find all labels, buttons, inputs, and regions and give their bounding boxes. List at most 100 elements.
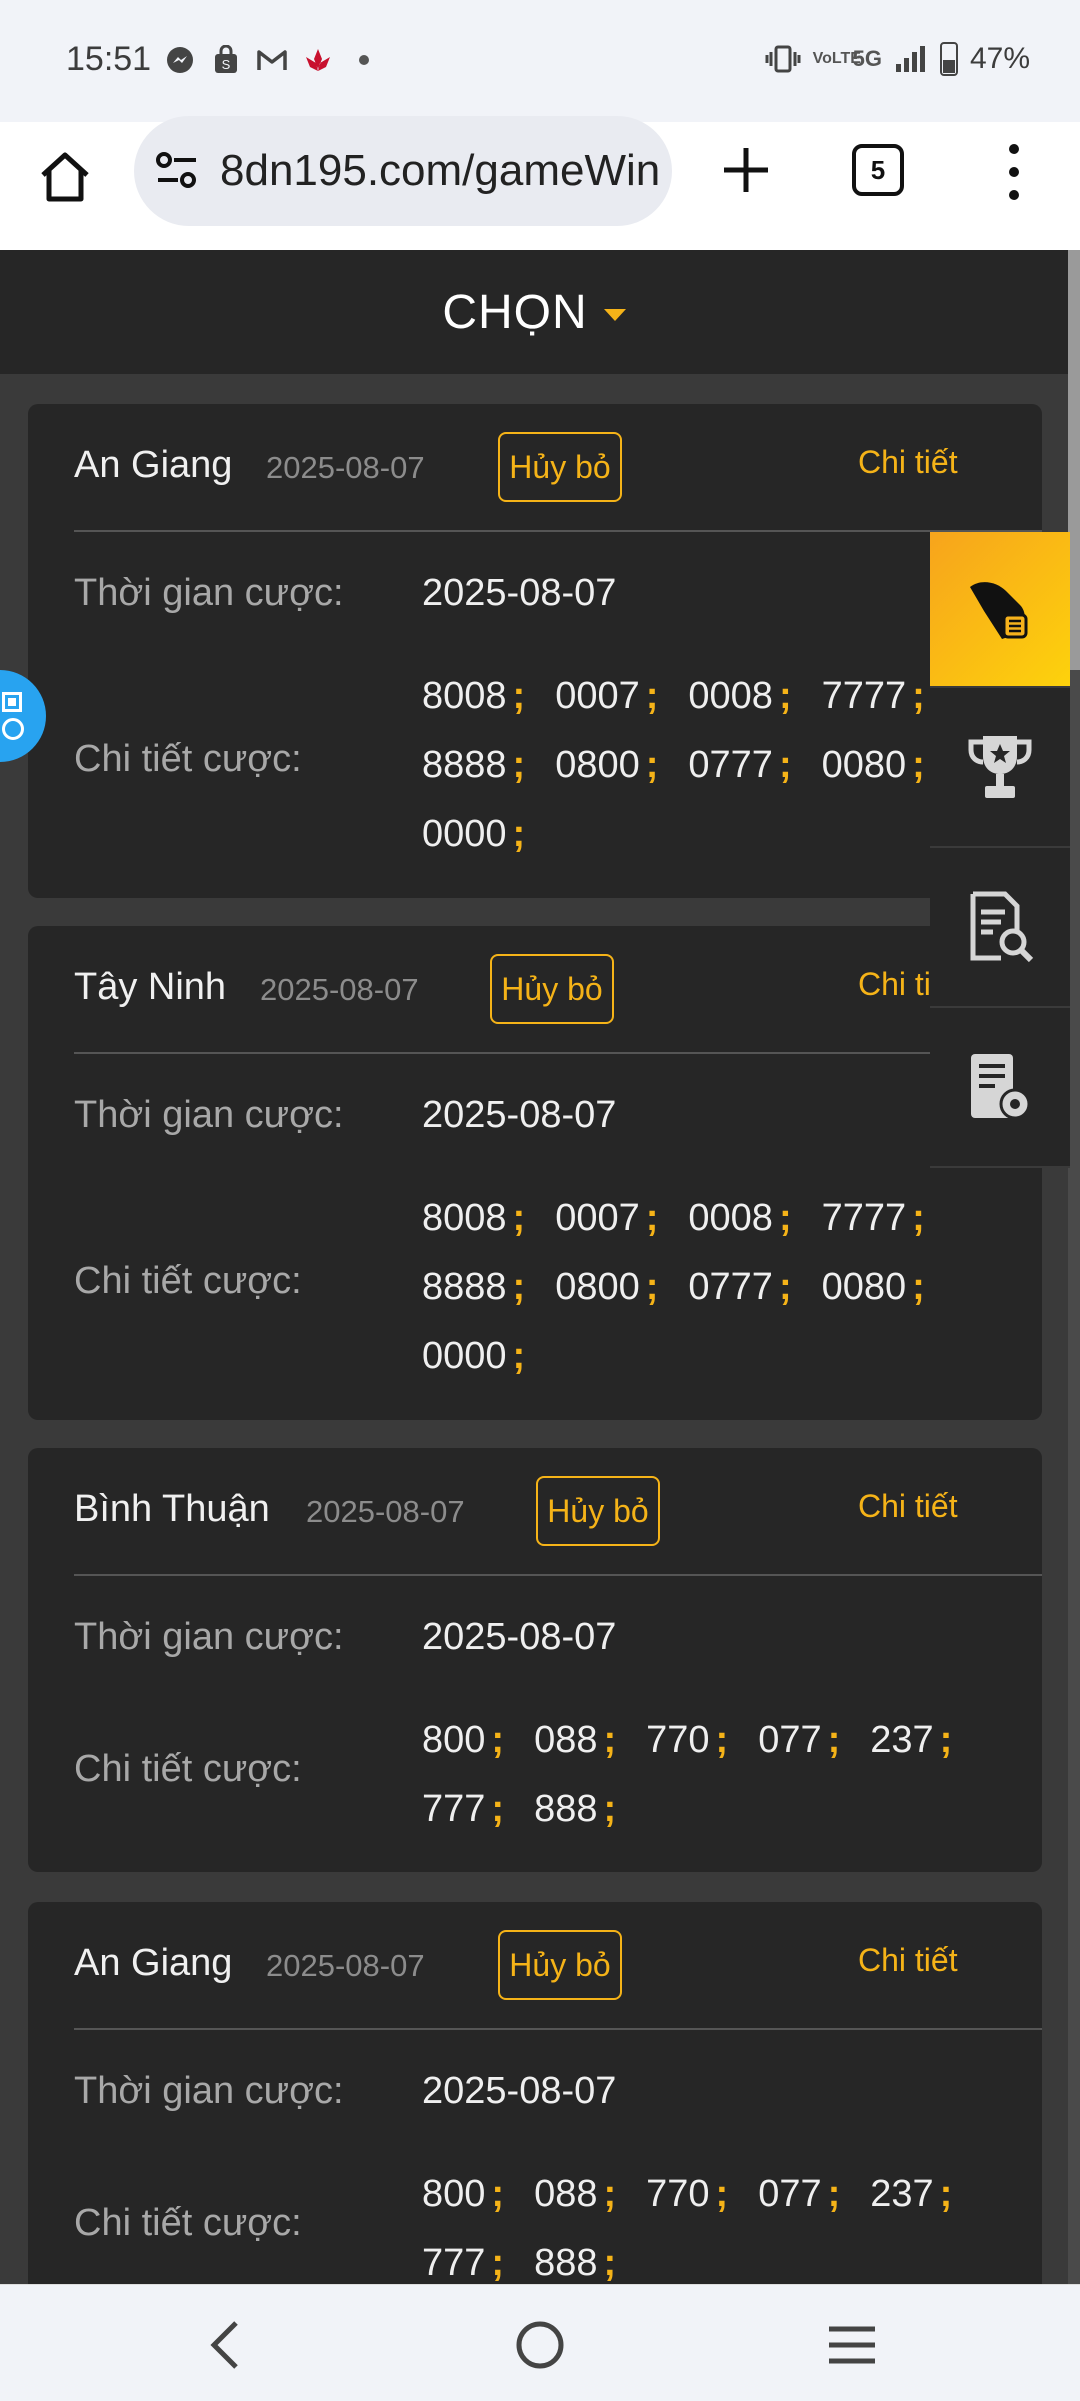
bet-number: 0007; [555, 1197, 659, 1239]
bet-time-label: Thời gian cược: [74, 1094, 344, 1136]
tab-switcher-button[interactable]: 5 [852, 144, 904, 196]
bet-time-label: Thời gian cược: [74, 1616, 344, 1658]
bet-card: An Giang 2025-08-07 Hủy bỏ Chi tiết Thời… [28, 1902, 1042, 2322]
address-bar[interactable]: 8dn195.com/gameWin [134, 116, 672, 226]
province-name: An Giang [74, 1942, 233, 1984]
back-chevron-icon [210, 2321, 238, 2369]
bet-number: 0000; [422, 813, 526, 855]
bet-date: 2025-08-07 [266, 450, 425, 485]
bet-date: 2025-08-07 [260, 972, 419, 1007]
more-notifications-dot-icon [348, 44, 380, 76]
cancel-button[interactable]: Hủy bỏ [498, 432, 622, 502]
hand-coin-icon [970, 582, 1028, 639]
bet-time-value: 2025-08-07 [422, 1094, 617, 1136]
bet-number: 7777; [821, 1197, 925, 1239]
bet-number: 077; [758, 2173, 841, 2215]
page-header[interactable]: CHỌN [0, 250, 1068, 374]
document-search-icon [970, 891, 1034, 963]
cancel-button[interactable]: Hủy bỏ [498, 1930, 622, 2000]
recent-apps-button[interactable] [822, 2315, 882, 2375]
bet-number: 7777; [821, 675, 925, 717]
site-settings-icon[interactable] [154, 150, 200, 190]
new-tab-button[interactable] [716, 140, 776, 200]
more-menu-icon[interactable] [996, 144, 1032, 200]
bet-number: 088; [534, 2173, 617, 2215]
system-status: VoLTE 5G 47% [765, 42, 1030, 76]
browser-toolbar: 8dn195.com/gameWin 5 [0, 116, 1080, 250]
plus-icon [724, 148, 768, 192]
bet-number: 770; [646, 2173, 729, 2215]
bet-number: 0800; [555, 1266, 659, 1308]
vibrate-icon [765, 45, 801, 73]
system-navigation-bar [0, 2284, 1080, 2401]
bet-number: 800; [422, 1719, 505, 1761]
gmail-icon [256, 44, 288, 76]
bet-detail-label: Chi tiết cược: [74, 1260, 302, 1302]
caret-down-icon [603, 309, 626, 321]
bet-detail-label: Chi tiết cược: [74, 2202, 302, 2244]
bet-number: 237; [870, 1719, 953, 1761]
bet-card: An Giang 2025-08-07 Hủy bỏ Chi tiết Thời… [28, 404, 1042, 898]
province-name: Tây Ninh [74, 966, 227, 1008]
bet-number: 0777; [688, 744, 792, 786]
back-button[interactable] [196, 2315, 256, 2375]
bet-time-label: Thời gian cược: [74, 572, 344, 614]
bill-settings-button[interactable] [930, 1008, 1070, 1168]
bet-card-header: Bình Thuận 2025-08-07 Hủy bỏ Chi tiết [74, 1448, 1042, 1576]
bet-numbers: 8008; 0007; 0008; 7777 ; 8888; 0800; 0777; 0080;… [422, 1184, 1042, 1391]
bet-card: Tây Ninh 2025-08-07 Hủy bỏ Chi tiết Thời… [28, 926, 1042, 1420]
shopping-bag-icon: S [210, 44, 242, 76]
bet-number: 0007; [555, 675, 659, 717]
cancel-button[interactable]: Hủy bỏ [536, 1476, 660, 1546]
bet-number: 0000; [422, 1335, 526, 1377]
bet-numbers: 800; 088; 770; 077; 237 ;777; 888; [422, 2160, 1042, 2298]
bet-number: 088; [534, 1719, 617, 1761]
battery-icon [939, 42, 958, 76]
bet-number: 0080; [821, 1266, 925, 1308]
search-record-button[interactable] [930, 848, 1070, 1008]
bet-number: 777; [422, 1788, 505, 1830]
bet-number: 0008; [688, 675, 792, 717]
bet-date: 2025-08-07 [306, 1494, 465, 1529]
bet-card: Bình Thuận 2025-08-07 Hủy bỏ Chi tiết Th… [28, 1448, 1042, 1872]
bet-number: 888; [534, 1788, 617, 1830]
bet-time-value: 2025-08-07 [422, 1616, 617, 1658]
cancel-button[interactable]: Hủy bỏ [490, 954, 614, 1024]
detail-link[interactable]: Chi tiết [858, 1488, 958, 1525]
bet-time-label: Thời gian cược: [74, 2070, 344, 2112]
bet-history-button[interactable] [930, 532, 1070, 688]
home-circle-icon [516, 2321, 564, 2369]
signal-icon [895, 46, 925, 72]
circle-icon [2, 718, 24, 740]
bet-number: 0008; [688, 1197, 792, 1239]
province-name: An Giang [74, 444, 233, 486]
bet-detail-label: Chi tiết cược: [74, 738, 302, 780]
home-button[interactable] [32, 144, 98, 210]
home-icon [41, 152, 89, 202]
bet-number: 800; [422, 2173, 505, 2215]
notification-icons: S [164, 44, 380, 76]
network-5g-indicator: 5G [852, 46, 882, 71]
recents-lines-icon [829, 2326, 875, 2364]
divider [74, 2028, 1042, 2030]
bet-number: 8008; [422, 1197, 526, 1239]
messenger-icon [164, 44, 196, 76]
url-text[interactable]: 8dn195.com/gameWin [220, 146, 660, 196]
select-dropdown-label[interactable]: CHỌN [442, 285, 587, 340]
bet-number: 0800; [555, 744, 659, 786]
lotus-app-icon [302, 44, 334, 76]
bet-number: 8008; [422, 675, 526, 717]
home-nav-button[interactable] [510, 2315, 570, 2375]
bet-number: 0080; [821, 744, 925, 786]
bet-numbers: 800; 088; 770; 077; 237 ;777; 888; [422, 1706, 1042, 1844]
detail-link[interactable]: Chi tiết [858, 1942, 958, 1979]
bet-time-value: 2025-08-07 [422, 572, 617, 614]
bet-time-value: 2025-08-07 [422, 2070, 617, 2112]
winning-results-button[interactable] [930, 688, 1070, 848]
bet-card-header: Tây Ninh 2025-08-07 Hủy bỏ Chi tiết [74, 926, 1042, 1054]
bet-number: 0777; [688, 1266, 792, 1308]
bet-detail-label: Chi tiết cược: [74, 1748, 302, 1790]
bet-card-header: An Giang 2025-08-07 Hủy bỏ Chi tiết [74, 1902, 1042, 2030]
detail-link[interactable]: Chi tiết [858, 444, 958, 481]
bet-number: 8888; [422, 1266, 526, 1308]
